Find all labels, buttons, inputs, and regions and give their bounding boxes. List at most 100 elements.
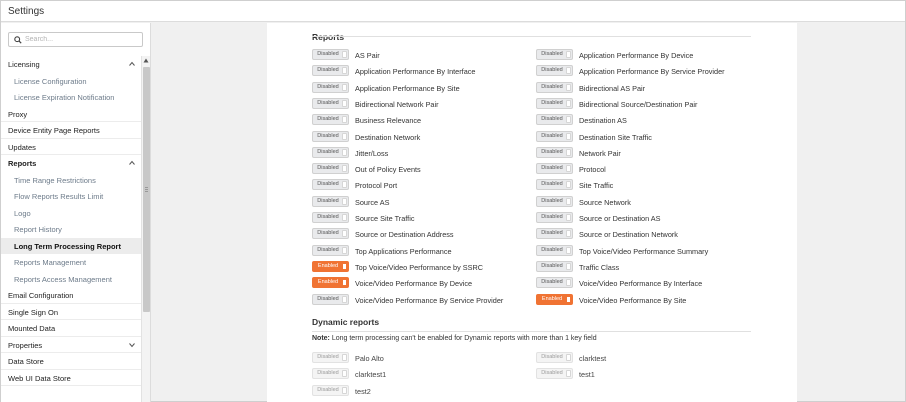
- sidebar-item-time-range-restrictions[interactable]: Time Range Restrictions: [1, 172, 141, 189]
- chevron-down-icon[interactable]: [129, 342, 135, 348]
- sidebar-item-label: License Expiration Notification: [14, 93, 115, 102]
- toggle-state-label: Disabled: [317, 83, 339, 90]
- sidebar-item-updates[interactable]: Updates: [1, 139, 141, 155]
- report-toggle[interactable]: Disabled: [312, 212, 349, 223]
- search-input[interactable]: [25, 34, 135, 45]
- toggle-state-label: Disabled: [541, 246, 563, 253]
- toggle-state-label: Disabled: [317, 214, 339, 220]
- sidebar-item-email-configuration[interactable]: Email Configuration: [1, 287, 141, 304]
- sidebar-item-label: License Configuration: [14, 76, 87, 86]
- report-toggle[interactable]: Disabled: [536, 195, 573, 207]
- report-toggle[interactable]: Disabled: [312, 49, 349, 60]
- toggle-state-label: Disabled: [317, 295, 339, 302]
- sidebar-item-proxy[interactable]: Proxy: [1, 106, 141, 122]
- sidebar-item-logo[interactable]: Logo: [1, 205, 141, 222]
- report-name: Voice/Video Performance By Service Provi…: [355, 295, 504, 305]
- toggle-knob: [566, 279, 571, 287]
- sidebar-item-license-configuration[interactable]: License Configuration: [1, 73, 141, 90]
- report-toggle[interactable]: Disabled: [536, 97, 573, 109]
- report-name: Voice/Video Performance By Interface: [579, 279, 703, 289]
- report-toggle[interactable]: Disabled: [312, 228, 349, 240]
- sidebar-item-reports-management[interactable]: Reports Management: [1, 254, 141, 271]
- report-toggle[interactable]: Disabled: [536, 212, 573, 223]
- report-toggle[interactable]: Disabled: [312, 65, 349, 77]
- toggle-state-label: Disabled: [317, 51, 339, 57]
- sidebar-item-mounted-data[interactable]: Mounted Data: [1, 320, 141, 337]
- report-toggle[interactable]: Disabled: [312, 163, 349, 175]
- toggle-knob: [566, 214, 571, 221]
- report-toggle[interactable]: Disabled: [536, 368, 573, 380]
- report-name: Site Traffic: [579, 181, 614, 191]
- toggle-state-label: Disabled: [317, 165, 339, 172]
- report-toggle[interactable]: Disabled: [312, 384, 349, 396]
- report-toggle[interactable]: Disabled: [312, 146, 349, 158]
- sidebar-item-report-history[interactable]: Report History: [1, 221, 141, 238]
- toggle-knob: [566, 262, 571, 270]
- report-toggle[interactable]: Enabled: [312, 260, 349, 272]
- report-toggle[interactable]: Disabled: [312, 293, 349, 305]
- report-toggle[interactable]: Disabled: [312, 81, 349, 93]
- sidebar-item-label: Report History: [14, 225, 62, 234]
- sidebar-item-licensing[interactable]: Licensing: [1, 56, 141, 73]
- report-name: Traffic Class: [579, 262, 620, 272]
- report-name: Top Voice/Video Performance by SSRC: [355, 262, 484, 272]
- report-toggle[interactable]: Disabled: [312, 195, 349, 207]
- sidebar-item-reports[interactable]: Reports: [1, 155, 141, 172]
- report-toggle[interactable]: Disabled: [536, 352, 573, 363]
- sidebar-scrollbar[interactable]: [141, 56, 150, 402]
- report-toggle[interactable]: Disabled: [312, 244, 349, 256]
- sidebar-item-long-term-processing-report[interactable]: Long Term Processing Report: [1, 237, 141, 254]
- report-toggle[interactable]: Enabled: [312, 277, 349, 289]
- toggle-state-label: Disabled: [541, 262, 563, 269]
- report-toggle[interactable]: Disabled: [312, 130, 349, 142]
- toggle-state-label: Disabled: [317, 67, 339, 74]
- report-toggle[interactable]: Disabled: [312, 97, 349, 109]
- sidebar-item-data-store[interactable]: Data Store: [1, 353, 141, 370]
- sidebar-item-license-expiration-notification[interactable]: License Expiration Notification: [1, 89, 141, 106]
- sidebar-item-flow-reports-results-limit[interactable]: Flow Reports Results Limit: [1, 188, 141, 205]
- note-text: Long term processing can't be enabled fo…: [329, 335, 597, 342]
- report-toggle[interactable]: Disabled: [536, 114, 573, 126]
- toggle-state-label: Disabled: [317, 132, 339, 139]
- toggle-knob: [566, 99, 571, 107]
- toggle-state-label: Disabled: [317, 181, 339, 188]
- report-toggle[interactable]: Disabled: [536, 65, 573, 77]
- sidebar-item-device-entity-page-reports[interactable]: Device Entity Page Reports: [1, 122, 141, 139]
- report-toggle[interactable]: Disabled: [312, 352, 349, 363]
- scrollbar-thumb[interactable]: [143, 67, 150, 312]
- report-toggle[interactable]: Disabled: [312, 368, 349, 380]
- report-toggle[interactable]: Disabled: [536, 244, 573, 256]
- toggle-state-label: Disabled: [317, 148, 339, 155]
- report-toggle[interactable]: Disabled: [536, 277, 573, 289]
- grip-icon: [145, 187, 148, 192]
- report-name: Bidirectional AS Pair: [579, 83, 646, 93]
- scroll-up-icon[interactable]: [143, 58, 149, 63]
- sidebar-item-properties[interactable]: Properties: [1, 337, 141, 353]
- toggle-state-label: Disabled: [317, 116, 339, 123]
- report-toggle[interactable]: Disabled: [536, 163, 573, 175]
- report-toggle[interactable]: Disabled: [312, 179, 349, 191]
- sidebar-item-web-ui-data-store[interactable]: Web UI Data Store: [1, 370, 141, 386]
- toggle-state-label: Enabled: [541, 295, 563, 302]
- chevron-up-icon[interactable]: [129, 160, 135, 166]
- toggle-state-label: Disabled: [317, 246, 339, 253]
- report-toggle[interactable]: Disabled: [536, 130, 573, 142]
- report-name: test1: [579, 370, 595, 380]
- toggle-state-label: Disabled: [541, 279, 563, 286]
- report-toggle[interactable]: Disabled: [536, 81, 573, 93]
- report-toggle[interactable]: Disabled: [536, 146, 573, 158]
- chevron-up-icon[interactable]: [129, 61, 135, 67]
- toggle-knob: [342, 181, 347, 189]
- report-toggle[interactable]: Disabled: [536, 260, 573, 272]
- toggle-state-label: Enabled: [317, 262, 339, 269]
- report-toggle[interactable]: Disabled: [536, 179, 573, 191]
- report-toggle[interactable]: Disabled: [536, 49, 573, 60]
- sidebar-item-single-sign-on[interactable]: Single Sign On: [1, 304, 141, 320]
- sidebar-item-reports-access-management[interactable]: Reports Access Management: [1, 271, 141, 288]
- report-toggle[interactable]: Disabled: [536, 228, 573, 240]
- report-toggle[interactable]: Enabled: [536, 293, 573, 305]
- report-toggle[interactable]: Disabled: [312, 114, 349, 126]
- toggle-knob: [342, 99, 347, 107]
- search-box[interactable]: [8, 32, 143, 47]
- toggle-knob: [566, 197, 571, 205]
